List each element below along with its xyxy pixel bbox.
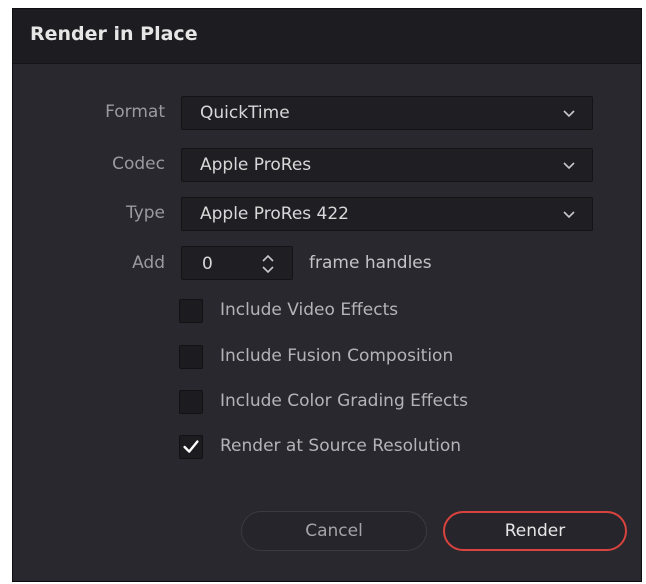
chevron-down-icon: [563, 211, 575, 219]
stepper-arrows-icon[interactable]: [260, 252, 276, 276]
option-label: Include Fusion Composition: [220, 346, 454, 366]
codec-value: Apple ProRes: [200, 155, 312, 175]
frame-handles-value: 0: [202, 254, 213, 274]
checkbox[interactable]: [179, 390, 203, 414]
checkbox[interactable]: [179, 299, 203, 323]
dialog-titlebar: Render in Place: [13, 9, 641, 64]
checkbox[interactable]: [179, 345, 203, 369]
checkmark-icon: [183, 440, 199, 453]
add-label: Add: [132, 253, 165, 273]
codec-dropdown[interactable]: Apple ProRes: [181, 148, 593, 182]
frame-handles-suffix: frame handles: [309, 253, 432, 273]
type-dropdown[interactable]: Apple ProRes 422: [181, 197, 593, 231]
option-label: Include Color Grading Effects: [220, 391, 468, 411]
type-value: Apple ProRes 422: [200, 204, 349, 224]
format-label: Format: [105, 102, 165, 122]
render-in-place-dialog: Render in Place Format QuickTime Codec A…: [12, 8, 642, 582]
cancel-button[interactable]: Cancel: [241, 511, 427, 551]
checkbox-checked[interactable]: [179, 435, 203, 459]
dialog-title: Render in Place: [30, 23, 198, 45]
frame-handles-stepper[interactable]: 0: [181, 246, 293, 280]
type-label: Type: [125, 203, 165, 223]
option-label: Include Video Effects: [220, 300, 399, 320]
chevron-down-icon: [563, 162, 575, 170]
format-value: QuickTime: [200, 103, 290, 123]
option-label: Render at Source Resolution: [220, 436, 462, 456]
chevron-down-icon: [563, 110, 575, 118]
format-dropdown[interactable]: QuickTime: [181, 96, 593, 130]
codec-label: Codec: [112, 154, 165, 174]
render-button[interactable]: Render: [443, 511, 627, 551]
